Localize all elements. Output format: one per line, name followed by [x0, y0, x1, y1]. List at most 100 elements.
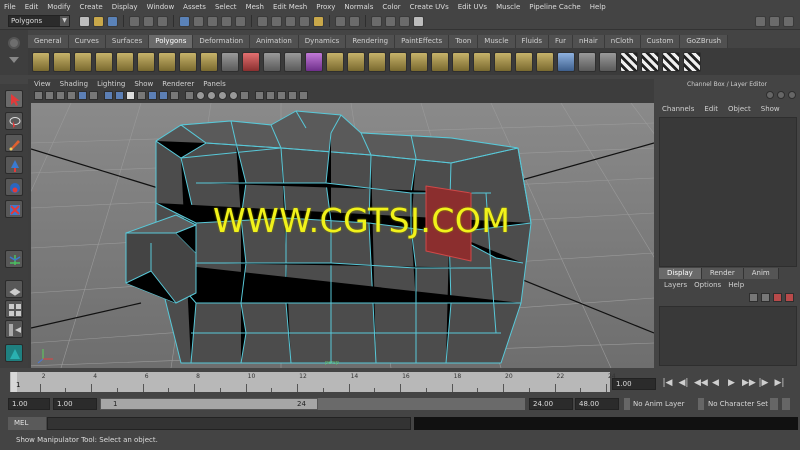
menu-file[interactable]: File	[4, 3, 16, 11]
wireframe-icon[interactable]	[185, 91, 194, 100]
3d-viewport[interactable]: WWW.CGTSJ.COM persp	[31, 103, 654, 368]
snap-plane-icon[interactable]	[299, 15, 310, 27]
separate-icon[interactable]	[284, 51, 302, 72]
select-by-object-icon[interactable]	[143, 15, 154, 27]
merge-icon[interactable]	[473, 51, 491, 72]
character-set-icon[interactable]	[698, 398, 704, 410]
camera-icon[interactable]	[34, 91, 43, 100]
grid-icon[interactable]	[104, 91, 113, 100]
range-handle[interactable]: 1 24	[100, 398, 318, 410]
shelf-tab-custom[interactable]: Custom	[640, 35, 681, 48]
menu-set-selector[interactable]: Polygons ▼	[8, 15, 70, 27]
uv-layout-icon[interactable]	[641, 51, 659, 72]
smooth-icon[interactable]	[305, 51, 323, 72]
menu-create-uvs[interactable]: Create UVs	[410, 3, 449, 11]
channel-box-menu-channels[interactable]: Channels	[662, 105, 694, 113]
safe-action-icon[interactable]	[159, 91, 168, 100]
command-language-toggle[interactable]: MEL	[8, 417, 46, 430]
extrude-icon[interactable]	[326, 51, 344, 72]
shelf-tab-rendering[interactable]: Rendering	[346, 35, 396, 48]
insert-edge-loop-icon[interactable]	[410, 51, 428, 72]
mask-icon[interactable]	[179, 15, 190, 27]
shelf-tab-surfaces[interactable]: Surfaces	[105, 35, 150, 48]
mudbox-icon[interactable]	[5, 344, 23, 362]
open-scene-icon[interactable]	[93, 15, 104, 27]
append-polygon-icon[interactable]	[368, 51, 386, 72]
shadows-icon[interactable]	[255, 91, 264, 100]
lasso-tool-icon[interactable]	[5, 112, 23, 130]
offset-edge-loop-icon[interactable]	[431, 51, 449, 72]
bridge-icon[interactable]	[347, 51, 365, 72]
snap-curve-icon[interactable]	[271, 15, 282, 27]
poly-prism-icon[interactable]	[158, 51, 176, 72]
snap-live-icon[interactable]	[313, 15, 324, 27]
mask-icon[interactable]	[235, 15, 246, 27]
menu-edit-mesh[interactable]: Edit Mesh	[273, 3, 307, 11]
rotate-tool-icon[interactable]	[5, 178, 23, 196]
resolution-gate-icon[interactable]	[126, 91, 135, 100]
shelf-tab-general[interactable]: General	[28, 35, 69, 48]
menu-pipeline-cache[interactable]: Pipeline Cache	[529, 3, 580, 11]
camera-attributes-icon[interactable]	[45, 91, 54, 100]
step-back-key-icon[interactable]: ◀|	[678, 378, 689, 389]
uv-editor-icon[interactable]	[662, 51, 680, 72]
image-plane-icon[interactable]	[67, 91, 76, 100]
poly-cube-icon[interactable]	[53, 51, 71, 72]
channel-box-toggle-icon[interactable]	[766, 91, 774, 99]
animation-end-field[interactable]: 48.00	[575, 398, 619, 410]
poly-torus-icon[interactable]	[137, 51, 155, 72]
keyframe-toggle-icon[interactable]	[770, 398, 778, 410]
shelf-tab-gozbrush[interactable]: GoZBrush	[680, 35, 729, 48]
xray-active-components-icon[interactable]	[288, 91, 297, 100]
command-input[interactable]	[47, 417, 411, 430]
layer-menu-options[interactable]: Options	[694, 281, 721, 289]
construction-history-icon[interactable]	[349, 15, 360, 27]
tool-settings-toggle-icon[interactable]	[788, 91, 796, 99]
cylindrical-mapping-icon[interactable]	[599, 51, 617, 72]
shelf-tab-deformation[interactable]: Deformation	[193, 35, 251, 48]
create-layer-from-selected-icon[interactable]	[785, 293, 794, 302]
show-attribute-editor-icon[interactable]	[755, 15, 766, 27]
attribute-editor-toggle-icon[interactable]	[777, 91, 785, 99]
step-back-frame-icon[interactable]: ◀◀	[694, 378, 708, 389]
wireframe-on-shaded-icon[interactable]	[207, 91, 216, 100]
panel-menu-view[interactable]: View	[34, 79, 51, 89]
hypershade-icon[interactable]	[413, 15, 424, 27]
menu-create[interactable]: Create	[79, 3, 102, 11]
menu-mesh[interactable]: Mesh	[246, 3, 264, 11]
safe-title-icon[interactable]	[170, 91, 179, 100]
scale-tool-icon[interactable]	[5, 200, 23, 218]
animation-start-field[interactable]: 1.00	[8, 398, 50, 410]
menu-edit[interactable]: Edit	[25, 3, 39, 11]
bevel-icon[interactable]	[452, 51, 470, 72]
current-time-field[interactable]: 1.00	[612, 378, 656, 390]
channel-box-menu-edit[interactable]: Edit	[704, 105, 718, 113]
xray-joints-icon[interactable]	[277, 91, 286, 100]
show-channel-box-icon[interactable]	[783, 15, 794, 27]
xray-icon[interactable]	[218, 91, 227, 100]
animation-prefs-icon[interactable]	[782, 398, 790, 410]
single-perspective-layout-icon[interactable]	[5, 280, 23, 298]
layer-menu-layers[interactable]: Layers	[664, 281, 687, 289]
playback-start-field[interactable]: 1.00	[53, 398, 97, 410]
paint-select-tool-icon[interactable]	[5, 134, 23, 152]
step-forward-key-icon[interactable]: |▶	[758, 378, 769, 389]
channel-box-menu-object[interactable]: Object	[728, 105, 751, 113]
create-empty-layer-icon[interactable]	[773, 293, 782, 302]
poly-plane-icon[interactable]	[116, 51, 134, 72]
wedge-icon[interactable]	[536, 51, 554, 72]
use-all-lights-icon[interactable]	[240, 91, 249, 100]
character-set-label[interactable]: No Character Set	[708, 398, 768, 410]
ipr-render-icon[interactable]	[385, 15, 396, 27]
layer-menu-help[interactable]: Help	[728, 281, 744, 289]
uv-snapshot-icon[interactable]	[683, 51, 701, 72]
mirror-icon[interactable]	[557, 51, 575, 72]
menu-edit-uvs[interactable]: Edit UVs	[458, 3, 487, 11]
mask-icon[interactable]	[193, 15, 204, 27]
poly-pyramid-icon[interactable]	[179, 51, 197, 72]
menu-select[interactable]: Select	[215, 3, 237, 11]
field-chart-icon[interactable]	[148, 91, 157, 100]
four-view-layout-icon[interactable]	[5, 300, 23, 318]
high-quality-icon[interactable]	[299, 91, 308, 100]
show-tool-settings-icon[interactable]	[769, 15, 780, 27]
